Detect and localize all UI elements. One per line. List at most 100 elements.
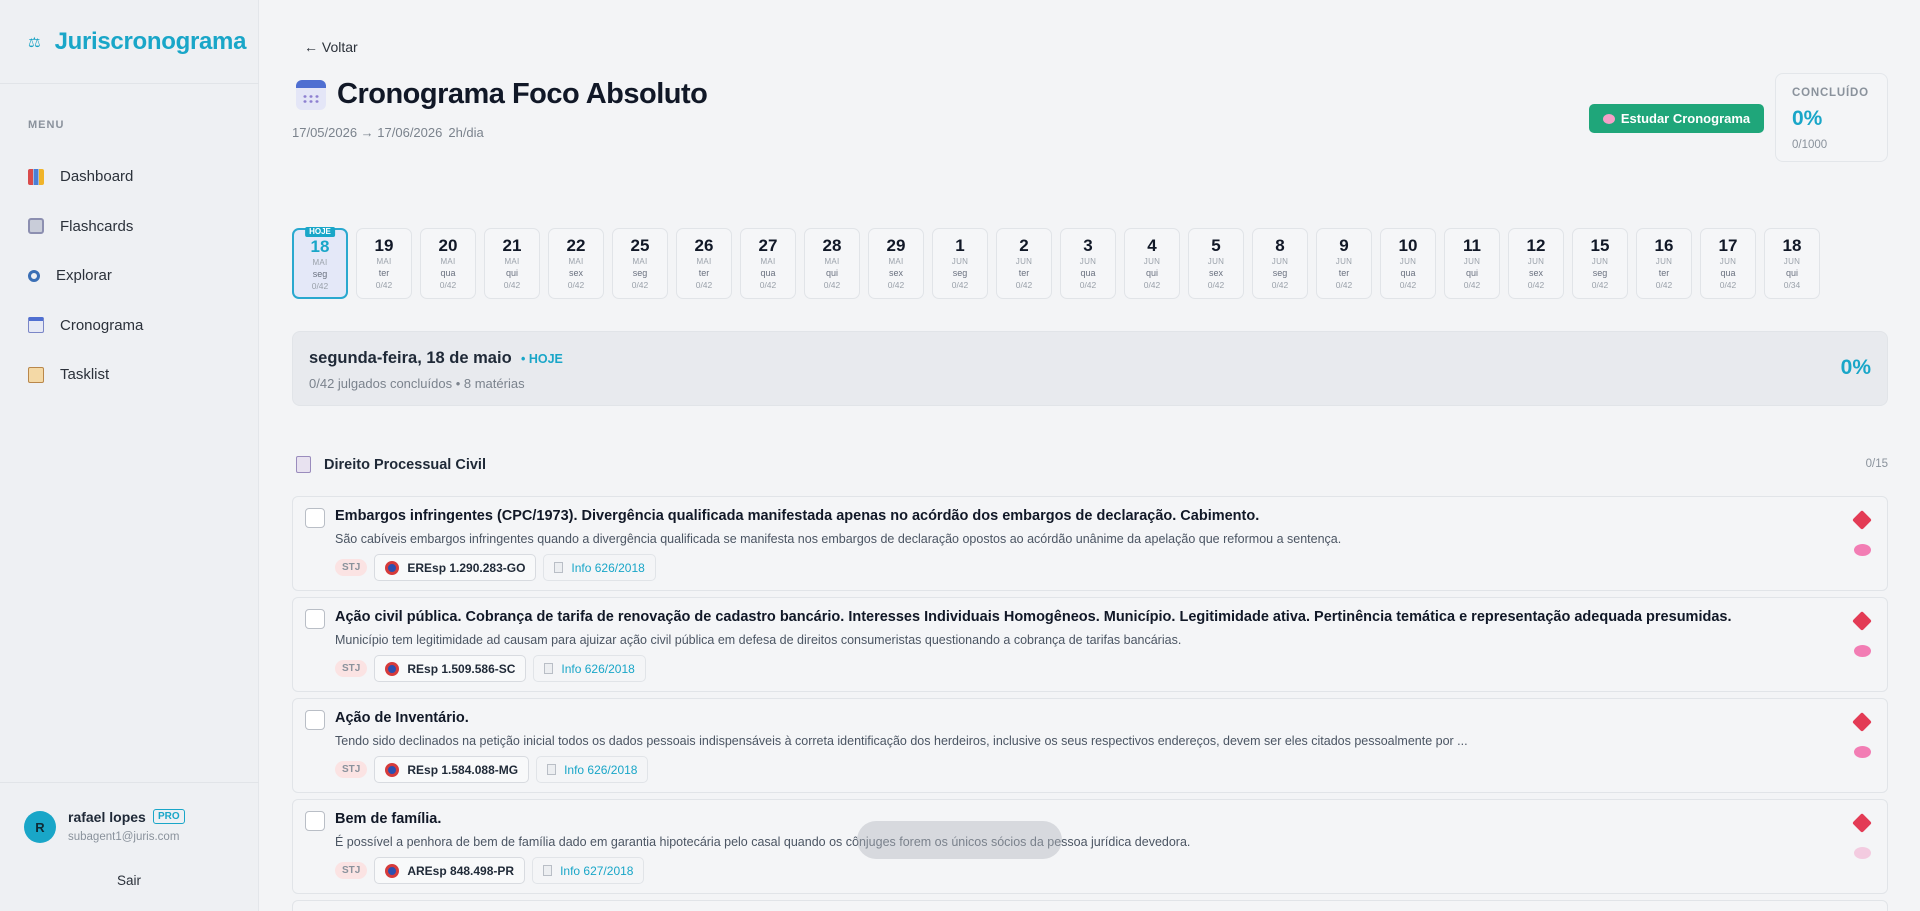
day-item[interactable]: 1 JUN seg 0/42 — [932, 228, 988, 299]
pin-icon[interactable] — [1852, 712, 1872, 732]
day-item[interactable]: 17 JUN qua 0/42 — [1700, 228, 1756, 299]
document-icon — [544, 663, 554, 674]
sidebar-item-explorar[interactable]: Explorar — [28, 251, 143, 301]
day-item[interactable]: 22 MAI sex 0/42 — [548, 228, 604, 299]
day-item[interactable]: 26 MAI ter 0/42 — [676, 228, 732, 299]
back-link[interactable]: ← Voltar — [304, 39, 358, 55]
court-badge: STJ — [335, 761, 368, 778]
info-link[interactable]: Info 626/2018 — [533, 655, 646, 682]
complete-checkbox[interactable] — [305, 811, 325, 831]
day-weekday: qui — [505, 268, 518, 278]
day-month: JUN — [1143, 257, 1161, 266]
day-number: 1 — [955, 236, 965, 255]
brain-icon[interactable] — [1854, 746, 1871, 758]
day-summary-subtitle: 0/42 julgados concluídos • 8 matérias — [309, 376, 525, 391]
case-title[interactable]: Bem de família. — [335, 811, 441, 827]
day-item[interactable]: 11 JUN qui 0/42 — [1444, 228, 1500, 299]
case-title[interactable]: Ação de Inventário. — [335, 710, 469, 726]
schedule-dates: 17/05/2026 → 17/06/2026 2h/dia — [292, 125, 484, 140]
info-label: Info 626/2018 — [564, 762, 638, 777]
day-progress: 0/42 — [311, 281, 329, 291]
process-button[interactable]: REsp 1.509.586-SC — [374, 655, 527, 682]
process-button[interactable]: EREsp 1.290.283-GO — [374, 554, 537, 581]
day-progress: 0/42 — [567, 280, 585, 290]
sidebar-item-flashcards[interactable]: Flashcards — [28, 202, 143, 252]
day-month: MAI — [632, 257, 648, 266]
avatar[interactable]: R — [24, 811, 56, 843]
list-item — [292, 900, 1888, 911]
day-weekday: seg — [952, 268, 968, 278]
sidebar-item-dashboard[interactable]: Dashboard — [28, 152, 143, 202]
study-schedule-button[interactable]: Estudar Cronograma — [1589, 104, 1764, 133]
day-item[interactable]: 3 JUN qua 0/42 — [1060, 228, 1116, 299]
case-card: Embargos infringentes (CPC/1973). Diverg… — [292, 496, 1888, 591]
day-item[interactable]: 20 MAI qua 0/42 — [420, 228, 476, 299]
day-progress: 0/34 — [1783, 280, 1801, 290]
complete-checkbox[interactable] — [305, 508, 325, 528]
day-number: 3 — [1083, 236, 1093, 255]
day-month: JUN — [1271, 257, 1289, 266]
day-number: 18 — [1782, 236, 1802, 255]
info-link[interactable]: Info 627/2018 — [532, 857, 645, 884]
day-number: 5 — [1211, 236, 1221, 255]
day-item[interactable]: HOJE 18 MAI seg 0/42 — [292, 227, 348, 299]
day-weekday: qui — [825, 268, 838, 278]
process-button[interactable]: AREsp 848.498-PR — [374, 857, 526, 884]
brain-icon[interactable] — [1854, 645, 1871, 657]
day-number: 12 — [1526, 236, 1546, 255]
day-progress: 0/42 — [1015, 280, 1033, 290]
info-link[interactable]: Info 626/2018 — [536, 756, 649, 783]
sidebar-item-tasklist[interactable]: Tasklist — [28, 350, 143, 400]
case-description: É possível a penhora de bem de família d… — [335, 835, 1191, 849]
brain-icon[interactable] — [1854, 847, 1871, 859]
case-title[interactable]: Ação civil pública. Cobrança de tarifa d… — [335, 609, 1731, 625]
target-icon — [385, 863, 400, 878]
court-badge: STJ — [335, 559, 368, 576]
day-item[interactable]: 9 JUN ter 0/42 — [1316, 228, 1372, 299]
calendar-icon — [28, 317, 44, 334]
sidebar-item-cronograma[interactable]: Cronograma — [28, 301, 143, 351]
day-weekday: qua — [440, 268, 456, 278]
day-progress: 0/42 — [1399, 280, 1417, 290]
calendar-icon — [296, 80, 326, 110]
day-number: 27 — [758, 236, 778, 255]
process-button[interactable]: REsp 1.584.088-MG — [374, 756, 530, 783]
case-title[interactable]: Embargos infringentes (CPC/1973). Diverg… — [335, 508, 1259, 524]
day-number: 18 — [310, 237, 330, 256]
pin-icon[interactable] — [1852, 611, 1872, 631]
day-month: JUN — [1079, 257, 1097, 266]
info-link[interactable]: Info 626/2018 — [543, 554, 656, 581]
completion-count: 0/1000 — [1792, 139, 1828, 151]
day-item[interactable]: 21 MAI qui 0/42 — [484, 228, 540, 299]
logout-button[interactable]: Sair — [117, 873, 141, 888]
target-icon — [385, 762, 400, 777]
day-strip: HOJE 18 MAI seg 0/42 19 MAI ter 0/42 20 MAI qua 0/42… — [292, 227, 1820, 299]
day-item[interactable]: 4 JUN qui 0/42 — [1124, 228, 1180, 299]
day-month: JUN — [1399, 257, 1417, 266]
process-label: REsp 1.509.586-SC — [407, 661, 516, 676]
day-number: 2 — [1019, 236, 1029, 255]
day-number: 16 — [1654, 236, 1674, 255]
day-item[interactable]: 25 MAI seg 0/42 — [612, 228, 668, 299]
complete-checkbox[interactable] — [305, 609, 325, 629]
day-item[interactable]: 28 MAI qui 0/42 — [804, 228, 860, 299]
day-item[interactable]: 16 JUN ter 0/42 — [1636, 228, 1692, 299]
day-item[interactable]: 12 JUN sex 0/42 — [1508, 228, 1564, 299]
day-item[interactable]: 18 JUN qui 0/34 — [1764, 228, 1820, 299]
day-item[interactable]: 5 JUN sex 0/42 — [1188, 228, 1244, 299]
day-item[interactable]: 27 MAI qua 0/42 — [740, 228, 796, 299]
day-item[interactable]: 2 JUN ter 0/42 — [996, 228, 1052, 299]
day-item[interactable]: 15 JUN seg 0/42 — [1572, 228, 1628, 299]
complete-checkbox[interactable] — [305, 710, 325, 730]
brain-icon[interactable] — [1854, 544, 1871, 556]
pin-icon[interactable] — [1852, 813, 1872, 833]
subject-title[interactable]: Direito Processual Civil — [324, 457, 486, 473]
day-item[interactable]: 19 MAI ter 0/42 — [356, 228, 412, 299]
brand[interactable]: ⚖ Juriscronograma — [28, 28, 246, 56]
day-number: 9 — [1339, 236, 1349, 255]
day-item[interactable]: 8 JUN seg 0/42 — [1252, 228, 1308, 299]
pin-icon[interactable] — [1852, 510, 1872, 530]
day-item[interactable]: 10 JUN qua 0/42 — [1380, 228, 1436, 299]
day-weekday: ter — [1018, 268, 1030, 278]
day-item[interactable]: 29 MAI sex 0/42 — [868, 228, 924, 299]
